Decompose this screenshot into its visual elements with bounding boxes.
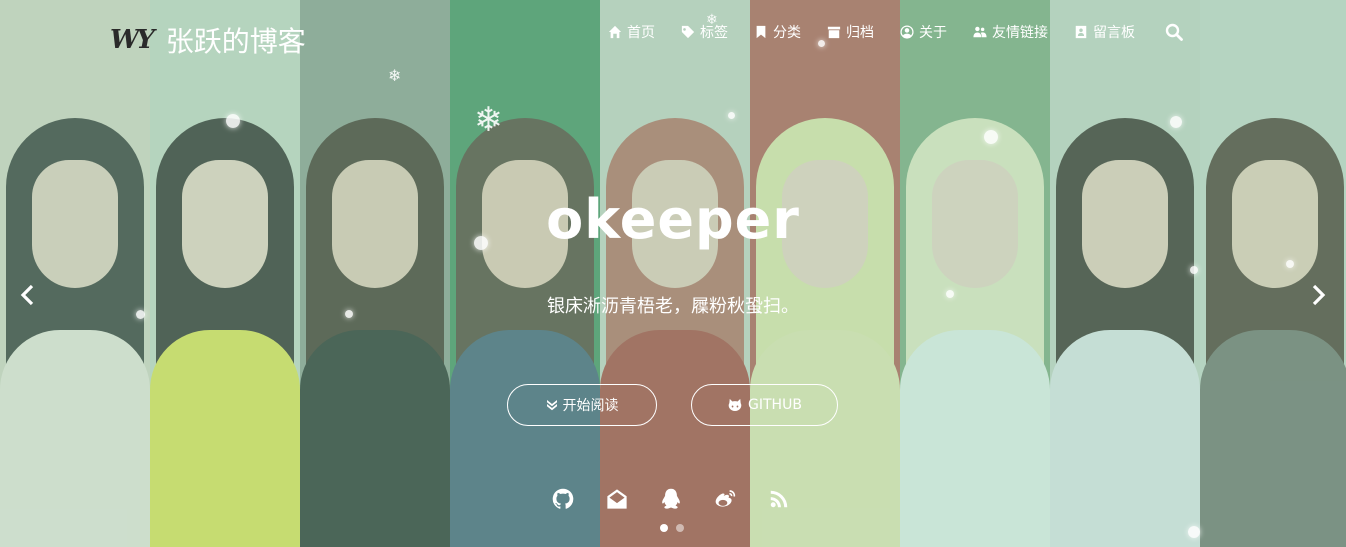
github-link[interactable] xyxy=(552,488,574,510)
nav-item-label: 分类 xyxy=(773,25,801,41)
start-reading-button[interactable]: 开始阅读 xyxy=(507,384,657,426)
qq-icon xyxy=(662,488,680,509)
social-links xyxy=(552,488,822,510)
tags-icon xyxy=(681,25,695,39)
site-title: 张跃的博客 xyxy=(165,25,306,58)
home-icon xyxy=(608,25,622,39)
snow-particle xyxy=(1190,266,1198,274)
nav-item-label: 友情链接 xyxy=(992,25,1048,41)
hero-overlay xyxy=(0,0,1346,547)
snowflake-icon: ❄ xyxy=(474,100,503,140)
nav-item-categories[interactable]: 分类 xyxy=(754,22,801,42)
nav-item-label: 归档 xyxy=(846,25,874,41)
nav-item-about[interactable]: 关于 xyxy=(900,22,947,42)
hero-carousel: ❄ ❄ ❄ WY 张跃的博客 首页 标签 分类 归档 关于 友情链接 留言板 o… xyxy=(0,0,1346,547)
logo-mark: WY xyxy=(110,25,155,55)
github-cat-icon xyxy=(728,398,742,411)
users-icon xyxy=(973,26,987,38)
nav-item-archive[interactable]: 归档 xyxy=(827,22,874,42)
user-circle-icon xyxy=(900,25,914,39)
search-icon[interactable] xyxy=(1165,23,1183,41)
nav-item-friend-links[interactable]: 友情链接 xyxy=(973,22,1048,42)
snow-particle xyxy=(1170,116,1182,128)
hero-title: okeeper xyxy=(546,188,800,251)
carousel-indicator-2[interactable] xyxy=(676,524,684,532)
github-label: GITHUB xyxy=(748,397,802,413)
site-logo[interactable]: WY 张跃的博客 xyxy=(110,20,306,60)
snow-particle xyxy=(1286,260,1294,268)
angle-double-down-icon xyxy=(546,400,557,411)
rss-link[interactable] xyxy=(768,488,790,510)
hero-subtitle: 银床淅沥青梧老，屧粉秋蛩扫。 xyxy=(547,296,799,317)
main-nav: 首页 标签 分类 归档 关于 友情链接 留言板 xyxy=(608,22,1183,42)
nav-item-home[interactable]: 首页 xyxy=(608,22,655,42)
carousel-indicators xyxy=(660,524,692,532)
bookmark-icon xyxy=(756,25,766,39)
qq-link[interactable] xyxy=(660,488,682,510)
github-icon xyxy=(552,488,574,509)
mail-icon xyxy=(607,489,627,509)
weibo-link[interactable] xyxy=(714,488,736,510)
nav-item-label: 标签 xyxy=(700,25,728,41)
nav-item-label: 关于 xyxy=(919,25,947,41)
nav-item-guestbook[interactable]: 留言板 xyxy=(1074,22,1135,42)
snow-particle xyxy=(1188,526,1200,538)
nav-item-label: 首页 xyxy=(627,25,655,41)
github-button[interactable]: GITHUB xyxy=(691,384,838,426)
weibo-icon xyxy=(715,490,736,507)
guestbook-icon xyxy=(1075,25,1087,39)
email-link[interactable] xyxy=(606,488,628,510)
snow-particle xyxy=(226,114,240,128)
snowflake-icon: ❄ xyxy=(388,66,402,85)
carousel-indicator-1[interactable] xyxy=(660,524,668,532)
start-reading-label: 开始阅读 xyxy=(562,398,619,414)
rss-icon xyxy=(770,490,788,508)
snow-particle xyxy=(984,130,998,144)
snow-particle xyxy=(728,112,735,119)
archive-icon xyxy=(827,26,841,39)
nav-item-tags[interactable]: 标签 xyxy=(681,22,728,42)
nav-item-label: 留言板 xyxy=(1093,25,1135,41)
